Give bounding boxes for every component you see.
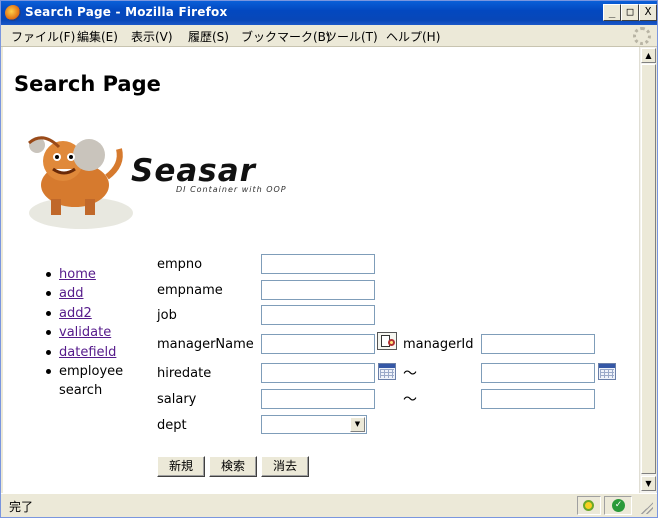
status-cell-addon bbox=[577, 496, 601, 515]
nav-current-label: employee search bbox=[59, 363, 124, 398]
menu-file[interactable]: ファイル(F) bbox=[11, 28, 75, 45]
status-cell-security: ✓ bbox=[604, 496, 632, 515]
logo-wordmark: Seasar bbox=[131, 153, 256, 189]
hiredate-label: hiredate bbox=[157, 366, 212, 381]
page-content: Search Page Seasar DI Container with OOP… bbox=[3, 47, 639, 493]
addon-status-icon[interactable] bbox=[583, 500, 594, 511]
nav-item-validate: validate bbox=[43, 323, 133, 342]
seasar-logo: Seasar DI Container with OOP bbox=[23, 125, 323, 235]
job-label: job bbox=[157, 308, 177, 323]
hiredate-from-input[interactable] bbox=[261, 363, 375, 383]
menu-tools[interactable]: ツール(T) bbox=[325, 28, 378, 45]
salary-from-input[interactable] bbox=[261, 389, 375, 409]
chevron-down-icon[interactable]: ▼ bbox=[350, 417, 365, 432]
nav-link-add2[interactable]: add2 bbox=[59, 306, 92, 321]
hiredate-to-calendar-icon[interactable] bbox=[598, 363, 616, 380]
close-button[interactable]: X bbox=[639, 4, 657, 21]
nav-item-add2: add2 bbox=[43, 304, 133, 323]
maximize-button[interactable]: □ bbox=[621, 4, 639, 21]
browser-window: Search Page - Mozilla Firefox _ □ X ファイル… bbox=[0, 0, 658, 518]
salary-to-input[interactable] bbox=[481, 389, 595, 409]
new-button[interactable]: 新規 bbox=[157, 456, 205, 477]
empno-input[interactable] bbox=[261, 254, 375, 274]
menu-bookmarks[interactable]: ブックマーク(B) bbox=[241, 28, 331, 45]
status-text: 完了 bbox=[9, 500, 34, 514]
menu-history[interactable]: 履歴(S) bbox=[188, 28, 229, 45]
check-icon[interactable]: ✓ bbox=[612, 499, 625, 512]
menu-view[interactable]: 表示(V) bbox=[131, 28, 173, 45]
logo-tagline: DI Container with OOP bbox=[176, 185, 287, 194]
job-input[interactable] bbox=[261, 305, 375, 325]
dept-label: dept bbox=[157, 418, 187, 433]
manager-name-label: managerName bbox=[157, 337, 254, 352]
hiredate-range-separator: ～ bbox=[403, 366, 417, 382]
manager-name-input[interactable] bbox=[261, 334, 375, 354]
salary-range-separator: ～ bbox=[403, 392, 417, 408]
status-bar: 完了 ✓ bbox=[1, 493, 657, 517]
scroll-up-icon[interactable]: ▲ bbox=[641, 48, 656, 63]
menu-help[interactable]: ヘルプ(H) bbox=[386, 28, 440, 45]
scroll-thumb[interactable] bbox=[641, 64, 656, 474]
manager-id-input[interactable] bbox=[481, 334, 595, 354]
clear-button[interactable]: 消去 bbox=[261, 456, 309, 477]
nav-item-datefield: datefield bbox=[43, 343, 133, 362]
sidebar-nav: home add add2 validate datefield employe… bbox=[43, 265, 133, 400]
page-title: Search Page bbox=[14, 72, 161, 96]
nav-item-employee-search: employee search bbox=[43, 362, 133, 400]
manager-id-label: managerId bbox=[403, 337, 474, 352]
minimize-button[interactable]: _ bbox=[603, 4, 621, 21]
firefox-icon bbox=[5, 5, 21, 21]
manager-lookup-icon[interactable] bbox=[377, 332, 397, 350]
nav-item-add: add bbox=[43, 284, 133, 303]
vertical-scrollbar[interactable]: ▲ ▼ bbox=[639, 47, 656, 493]
menu-edit[interactable]: 編集(E) bbox=[77, 28, 118, 45]
salary-label: salary bbox=[157, 392, 197, 407]
search-button[interactable]: 検索 bbox=[209, 456, 257, 477]
scroll-down-icon[interactable]: ▼ bbox=[641, 476, 656, 491]
empname-label: empname bbox=[157, 283, 223, 298]
dept-select[interactable]: ▼ bbox=[261, 415, 367, 434]
empname-input[interactable] bbox=[261, 280, 375, 300]
shisa-mascot-icon bbox=[28, 136, 133, 229]
nav-item-home: home bbox=[43, 265, 133, 284]
menu-bar: ファイル(F) 編集(E) 表示(V) 履歴(S) ブックマーク(B) ツール(… bbox=[1, 25, 657, 47]
nav-link-home[interactable]: home bbox=[59, 267, 96, 282]
nav-link-datefield[interactable]: datefield bbox=[59, 345, 116, 360]
hiredate-to-input[interactable] bbox=[481, 363, 595, 383]
throbber-icon bbox=[633, 27, 651, 45]
nav-link-add[interactable]: add bbox=[59, 286, 83, 301]
title-bar: Search Page - Mozilla Firefox _ □ X bbox=[1, 1, 657, 25]
hiredate-from-calendar-icon[interactable] bbox=[378, 363, 396, 380]
window-title: Search Page - Mozilla Firefox bbox=[25, 5, 228, 19]
empno-label: empno bbox=[157, 257, 203, 272]
resize-grip-icon[interactable] bbox=[641, 502, 653, 514]
nav-link-validate[interactable]: validate bbox=[59, 325, 111, 340]
